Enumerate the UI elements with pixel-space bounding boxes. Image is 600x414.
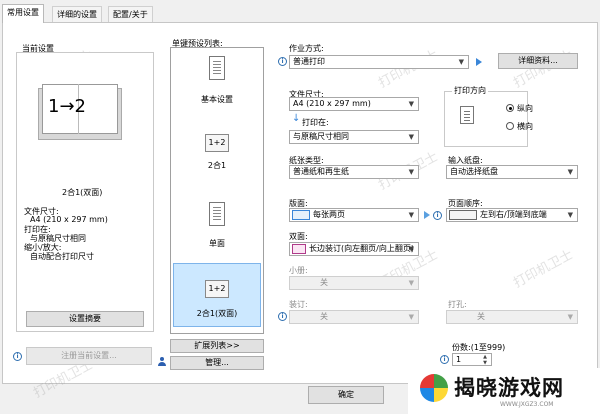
details-button[interactable]: 详细资料... <box>498 53 578 69</box>
preset-single-sided[interactable]: 单面 <box>171 202 263 252</box>
layout-preview-image: 1→2 <box>38 82 122 140</box>
two-up-icon: 1+2 <box>205 280 229 298</box>
input-tray-value: 自动选择纸盘 <box>450 167 498 176</box>
chevron-down-icon: ▼ <box>408 100 414 108</box>
duplex-select[interactable]: 长边装订(向左翻页/向上翻页) ▼ <box>289 242 419 256</box>
chevron-down-icon: ▼ <box>567 211 573 219</box>
chevron-down-icon: ▼ <box>408 313 414 321</box>
chevron-down-icon: ▼ <box>408 168 414 176</box>
paper-size-select[interactable]: A4 (210 x 297 mm) ▼ <box>289 97 419 111</box>
copies-spinner[interactable]: 1 ▲ ▼ <box>452 353 492 366</box>
expand-list-button[interactable]: 扩展列表>> <box>170 339 264 353</box>
copies-value: 1 <box>456 355 462 364</box>
staple-value: 关 <box>320 312 328 321</box>
paper-size-value: A4 (210 x 297 mm) <box>293 99 371 108</box>
layout-caption: 2合1(双面) <box>62 188 103 197</box>
preset-2in1[interactable]: 1+2 2合1 <box>171 134 263 180</box>
preset-label: 2合1 <box>207 161 227 170</box>
duplex-value: 长边装订(向左翻页/向上翻页) <box>309 244 414 253</box>
tab-common-settings[interactable]: 常用设置 <box>2 4 44 23</box>
layout-select[interactable]: 每张两页 ▼ <box>289 208 419 222</box>
preset-list[interactable]: 基本设置 1+2 2合1 单面 1+2 2合1(双面) <box>170 47 264 334</box>
job-type-label: 作业方式: <box>289 44 324 53</box>
paper-type-value: 普通纸和再生纸 <box>293 167 349 176</box>
page-order-icon <box>449 209 477 220</box>
portrait-radio[interactable] <box>506 104 514 112</box>
preview-text: 1→2 <box>48 96 86 117</box>
paper-type-select[interactable]: 普通纸和再生纸 ▼ <box>289 165 419 179</box>
chevron-down-icon: ▼ <box>408 245 414 253</box>
spinner-arrows-icon[interactable]: ▲ ▼ <box>483 354 487 365</box>
chevron-down-icon: ▼ <box>458 58 464 66</box>
tab-detailed-settings[interactable]: 详细的设置 <box>52 6 102 22</box>
arrow-down-icon: ↓ <box>292 113 301 124</box>
print-on-value: 与原稿尺寸相同 <box>293 132 349 141</box>
page-order-value: 左到右/顶端到底端 <box>480 210 547 219</box>
punch-select[interactable]: 关 ▼ <box>446 310 578 324</box>
preset-basic[interactable]: 基本设置 <box>171 56 263 114</box>
user-icon <box>158 357 166 366</box>
preset-2in1-duplex-selected[interactable]: 1+2 2合1(双面) <box>173 263 261 327</box>
info-icon: i <box>278 57 287 66</box>
chevron-down-icon: ▼ <box>567 168 573 176</box>
info-icon: i <box>278 312 287 321</box>
chevron-down-icon: ▼ <box>408 279 414 287</box>
document-icon <box>209 202 225 226</box>
preset-label: 2合1(双面) <box>196 309 238 318</box>
duplex-icon <box>292 243 306 254</box>
info-icon: i <box>440 355 449 364</box>
two-pages-icon <box>292 209 310 220</box>
info-icon: i <box>13 352 22 361</box>
orientation-group <box>444 91 528 147</box>
punch-value: 关 <box>477 312 485 321</box>
chevron-down-icon: ▼ <box>408 211 414 219</box>
logo-emblem-icon <box>420 374 448 402</box>
preset-label: 基本设置 <box>201 95 233 104</box>
print-on-select[interactable]: 与原稿尺寸相同 ▼ <box>289 130 419 144</box>
logo-subtext: WWW.JXGZ3.COM <box>500 401 554 408</box>
page-order-select[interactable]: 左到右/顶端到底端 ▼ <box>446 208 578 222</box>
landscape-radio[interactable] <box>506 122 514 130</box>
booklet-select[interactable]: 关 ▼ <box>289 276 419 290</box>
job-type-value: 普通打印 <box>293 57 325 66</box>
booklet-value: 关 <box>320 278 328 287</box>
chevron-down-icon: ▼ <box>567 313 573 321</box>
copies-label: 份数:(1至999) <box>452 343 506 352</box>
staple-label: 装订: <box>289 300 308 309</box>
duplex-label: 双面: <box>289 232 308 241</box>
two-up-icon: 1+2 <box>205 134 229 152</box>
play-arrow-icon <box>424 211 430 219</box>
detail-zoom-value: 自动配合打印尺寸 <box>30 252 94 261</box>
logo-text: 揭晓游戏网 <box>454 376 564 400</box>
orientation-label: 打印方向 <box>452 85 488 96</box>
site-logo: 揭晓游戏网 WWW.JXGZ3.COM <box>408 368 600 414</box>
tab-bar: 常用设置 详细的设置 配置/关于 <box>0 0 600 23</box>
preset-label: 单面 <box>209 239 225 248</box>
input-tray-select[interactable]: 自动选择纸盘 ▼ <box>446 165 578 179</box>
register-settings-button[interactable]: 注册当前设置... <box>26 347 152 365</box>
layout-value: 每张两页 <box>313 210 345 219</box>
ok-button[interactable]: 确定 <box>308 386 384 404</box>
play-arrow-icon <box>476 58 482 66</box>
booklet-label: 小册: <box>289 266 308 275</box>
detail-paper-size-value: A4 (210 x 297 mm) <box>30 215 108 224</box>
job-type-select[interactable]: 普通打印 ▼ <box>289 55 469 69</box>
tab-config-about[interactable]: 配置/关于 <box>108 6 153 22</box>
chevron-down-icon: ▼ <box>408 133 414 141</box>
manage-button[interactable]: 管理... <box>170 356 264 370</box>
document-icon <box>460 106 474 124</box>
document-icon <box>209 56 225 80</box>
punch-label: 打孔: <box>448 300 467 309</box>
portrait-label: 纵向 <box>517 104 533 113</box>
staple-select[interactable]: 关 ▼ <box>289 310 419 324</box>
print-on-label: 打印在: <box>302 118 329 127</box>
info-icon: i <box>433 211 442 220</box>
settings-summary-button[interactable]: 设置摘要 <box>26 311 144 327</box>
landscape-label: 横向 <box>517 122 533 131</box>
